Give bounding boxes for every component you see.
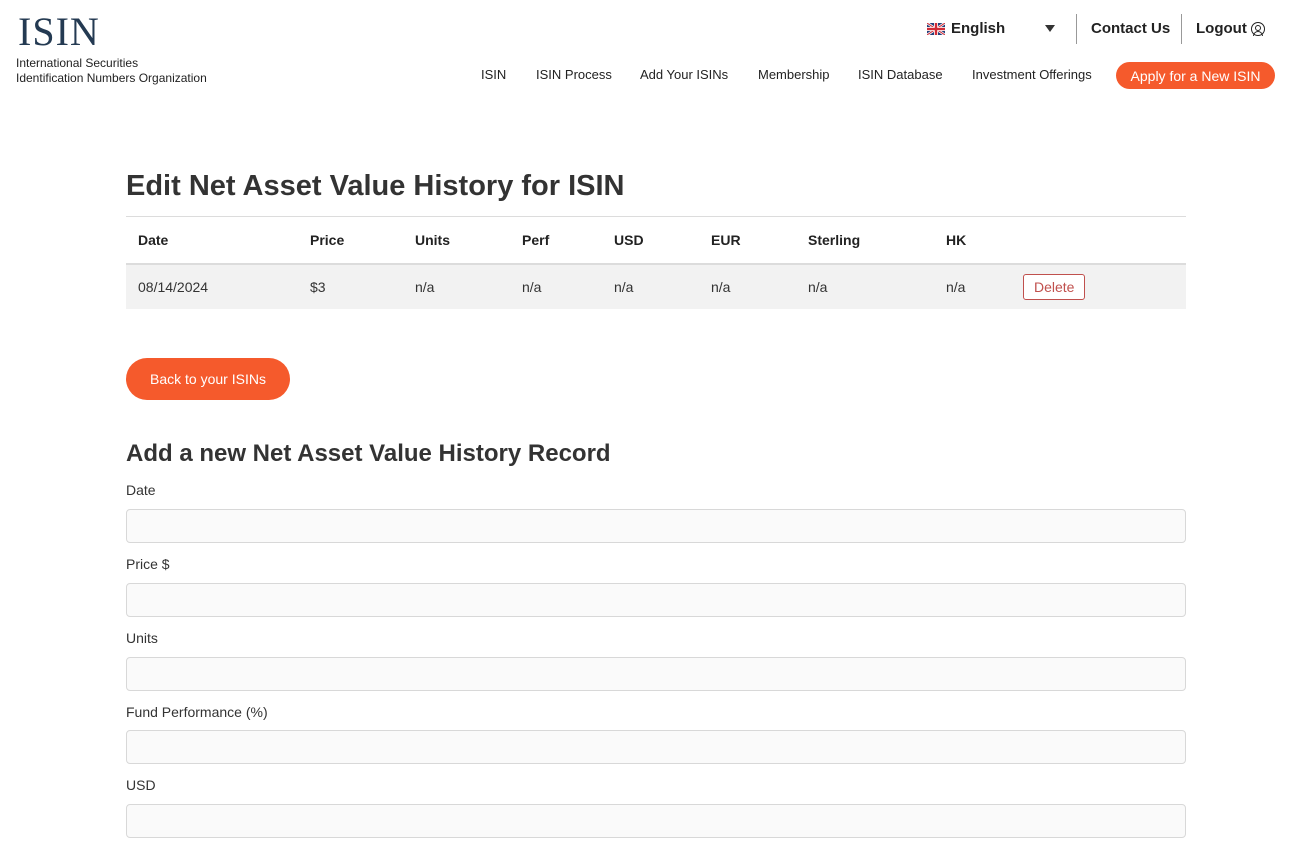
chevron-down-icon[interactable]: [1045, 25, 1055, 32]
cell-units: n/a: [403, 263, 510, 309]
page-title: Edit Net Asset Value History for ISIN: [126, 170, 625, 202]
delete-button[interactable]: Delete: [1023, 273, 1086, 300]
column-header-price: Price: [298, 216, 403, 265]
language-selector[interactable]: English: [927, 20, 1005, 37]
main-content: Edit Net Asset Value History for ISIN Da…: [126, 168, 1186, 838]
logout-link[interactable]: Logout: [1196, 20, 1265, 37]
fund-performance-field[interactable]: [126, 730, 1186, 764]
logo-subtitle-line2: Identification Numbers Organization: [16, 71, 207, 85]
uk-flag-icon: [927, 22, 945, 35]
price-label: Price $: [126, 556, 170, 572]
logo-mark: ISIN: [18, 9, 100, 54]
logo-subtitle-line1: International Securities: [16, 56, 139, 70]
column-header-units: Units: [403, 216, 510, 265]
nav-investment-offerings[interactable]: Investment Offerings: [972, 67, 1092, 82]
apply-new-isin-button[interactable]: Apply for a New ISIN: [1116, 62, 1275, 89]
user-icon: [1250, 21, 1265, 36]
column-header-usd: USD: [602, 216, 699, 265]
cell-perf: n/a: [510, 263, 602, 309]
column-header-sterling: Sterling: [796, 216, 934, 265]
column-header-hk: HK: [934, 216, 1018, 265]
usd-field[interactable]: [126, 804, 1186, 838]
column-header-perf: Perf: [510, 216, 602, 265]
fund-performance-label: Fund Performance (%): [126, 704, 268, 720]
column-header-date: Date: [126, 216, 298, 265]
date-label: Date: [126, 482, 156, 498]
units-label: Units: [126, 630, 158, 646]
back-to-isins-button[interactable]: Back to your ISINs: [126, 358, 290, 400]
contact-us-link[interactable]: Contact Us: [1091, 20, 1170, 37]
units-field[interactable]: [126, 657, 1186, 691]
cell-sterling: n/a: [796, 263, 934, 309]
language-label: English: [951, 20, 1006, 37]
nav-history-table: Date Price Units Perf USD EUR Sterling H…: [126, 216, 1186, 309]
usd-label: USD: [126, 777, 156, 793]
nav-membership[interactable]: Membership: [758, 67, 830, 82]
nav-isin[interactable]: ISIN: [481, 67, 506, 82]
cell-usd: n/a: [602, 263, 699, 309]
cell-date: 08/14/2024: [126, 263, 298, 309]
date-field[interactable]: [126, 509, 1186, 543]
cell-eur: n/a: [699, 263, 796, 309]
column-header-actions: [1018, 216, 1186, 265]
table-header-row: Date Price Units Perf USD EUR Sterling H…: [126, 216, 1186, 265]
nav-isin-database[interactable]: ISIN Database: [858, 67, 943, 82]
nav-isin-process[interactable]: ISIN Process: [536, 67, 612, 82]
header-divider: [1181, 14, 1182, 44]
form-title: Add a new Net Asset Value History Record: [126, 440, 611, 467]
cell-actions: Delete: [1018, 263, 1186, 309]
site-logo[interactable]: ISIN International Securities Identifica…: [16, 10, 236, 86]
price-field[interactable]: [126, 583, 1186, 617]
cell-price: $3: [298, 263, 403, 309]
table-row: 08/14/2024 $3 n/a n/a n/a n/a n/a n/a De…: [126, 263, 1186, 309]
nav-add-your-isins[interactable]: Add Your ISINs: [640, 67, 728, 82]
logout-label: Logout: [1196, 20, 1247, 37]
header-divider: [1076, 14, 1077, 44]
cell-hk: n/a: [934, 263, 1018, 309]
column-header-eur: EUR: [699, 216, 796, 265]
